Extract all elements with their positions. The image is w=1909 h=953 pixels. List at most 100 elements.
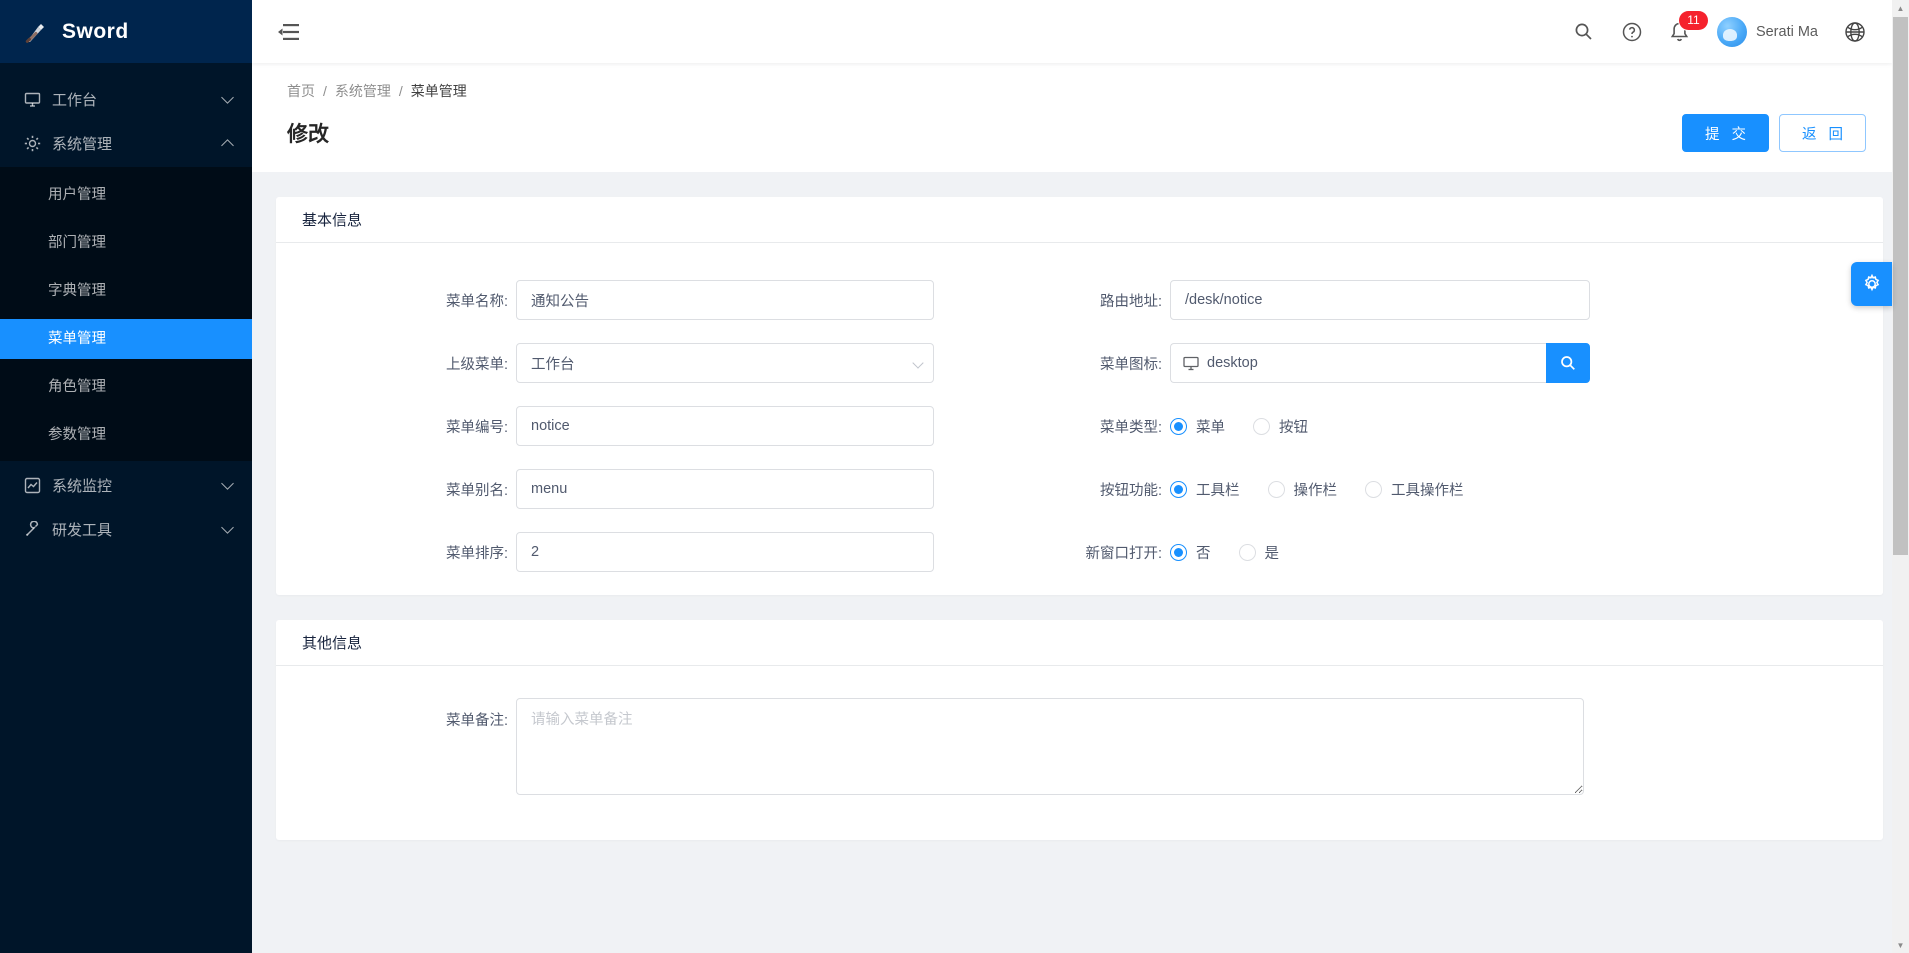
menu-icon-input[interactable]: desktop [1170, 343, 1546, 383]
icon-search-button[interactable] [1546, 343, 1590, 383]
topbar-actions: 11 Serati Ma [1573, 17, 1892, 47]
user-menu[interactable]: Serati Ma [1717, 17, 1818, 47]
radio-dot [1239, 544, 1256, 561]
app-title: Sword [62, 20, 129, 44]
sword-logo-icon [24, 19, 50, 45]
breadcrumb-system-mgmt[interactable]: 系统管理 [335, 81, 391, 101]
radio-dot [1268, 481, 1285, 498]
user-name: Serati Ma [1756, 24, 1818, 40]
monitor-chart-icon [24, 477, 41, 494]
menu-type-label: 菜单类型: [1080, 416, 1170, 437]
system-mgmt-submenu: 用户管理 部门管理 字典管理 菜单管理 角色管理 参数管理 [0, 167, 252, 461]
page-title: 修改 [287, 118, 1682, 148]
sidebar: Sword 工作台 [0, 0, 252, 953]
sidebar-item-system-mgmt[interactable]: 系统管理 [0, 123, 252, 163]
other-info-title: 其他信息 [276, 620, 1883, 666]
scroll-down-arrow[interactable]: ▼ [1892, 937, 1909, 953]
radio-button[interactable]: 按钮 [1253, 416, 1308, 437]
vertical-scrollbar[interactable]: ▲ ▼ [1892, 0, 1909, 953]
radio-dot [1170, 481, 1187, 498]
bell-icon[interactable]: 11 [1669, 21, 1691, 43]
sidebar-menu: 工作台 系统管理 用户管理 部门管理 字典管理 [0, 63, 252, 549]
avatar [1717, 17, 1747, 47]
radio-toolbar[interactable]: 工具栏 [1170, 479, 1240, 500]
menu-code-input[interactable] [516, 406, 934, 446]
sidebar-item-role-mgmt[interactable]: 角色管理 [0, 367, 252, 407]
menu-remark-textarea[interactable] [516, 698, 1584, 795]
radio-dot [1365, 481, 1382, 498]
basic-info-title: 基本信息 [276, 197, 1883, 243]
chevron-down-icon [221, 91, 234, 104]
menu-icon-label: 菜单图标: [1080, 353, 1170, 374]
menu-sort-input[interactable] [516, 532, 934, 572]
topbar: 11 Serati Ma [252, 0, 1892, 63]
menu-alias-input[interactable] [516, 469, 934, 509]
gear-icon [1862, 274, 1882, 294]
route-path-input[interactable] [1170, 280, 1590, 320]
breadcrumb-home[interactable]: 首页 [287, 81, 315, 101]
breadcrumb: 首页 / 系统管理 / 菜单管理 [287, 81, 1866, 101]
radio-yes[interactable]: 是 [1239, 542, 1280, 563]
sidebar-item-dict-mgmt[interactable]: 字典管理 [0, 271, 252, 311]
sidebar-item-label: 系统管理 [52, 133, 223, 154]
menu-name-input[interactable] [516, 280, 934, 320]
app-logo[interactable]: Sword [0, 0, 252, 63]
parent-menu-label: 上级菜单: [276, 353, 516, 374]
theme-settings-button[interactable] [1851, 262, 1892, 306]
radio-no[interactable]: 否 [1170, 542, 1211, 563]
desktop-icon [1183, 356, 1199, 371]
breadcrumb-separator: / [399, 83, 403, 99]
search-icon [1560, 355, 1576, 371]
menu-code-label: 菜单编号: [276, 416, 516, 437]
chevron-up-icon [221, 139, 234, 152]
submit-button[interactable]: 提 交 [1682, 114, 1769, 152]
sidebar-item-dept-mgmt[interactable]: 部门管理 [0, 223, 252, 263]
radio-tool-action-bar[interactable]: 工具操作栏 [1365, 479, 1464, 500]
sidebar-item-workbench[interactable]: 工作台 [0, 79, 252, 119]
sidebar-item-menu-mgmt[interactable]: 菜单管理 [0, 319, 252, 359]
desktop-icon [24, 91, 41, 108]
globe-icon[interactable] [1844, 21, 1866, 43]
menu-fold-icon [278, 23, 299, 41]
new-window-radio-group: 否 是 [1170, 542, 1279, 563]
gear-icon [24, 135, 41, 152]
scrollbar-thumb[interactable] [1893, 17, 1908, 555]
radio-dot [1170, 418, 1187, 435]
menu-icon-value: desktop [1207, 355, 1258, 371]
notification-badge: 11 [1679, 11, 1708, 30]
menu-type-radio-group: 菜单 按钮 [1170, 416, 1308, 437]
menu-name-label: 菜单名称: [276, 290, 516, 311]
button-func-label: 按钮功能: [1080, 479, 1170, 500]
form-content: 基本信息 菜单名称: 路由地址: 上级菜单: [252, 172, 1892, 840]
radio-menu[interactable]: 菜单 [1170, 416, 1225, 437]
menu-alias-label: 菜单别名: [276, 479, 516, 500]
menu-fold-button[interactable] [252, 0, 325, 63]
sidebar-item-label: 系统监控 [52, 475, 223, 496]
new-window-label: 新窗口打开: [1080, 542, 1170, 563]
radio-action-bar[interactable]: 操作栏 [1268, 479, 1338, 500]
search-icon[interactable] [1573, 21, 1595, 43]
page-header: 首页 / 系统管理 / 菜单管理 修改 提 交 返 回 [252, 63, 1892, 172]
tool-icon [24, 521, 41, 538]
basic-info-card: 基本信息 菜单名称: 路由地址: 上级菜单: [276, 197, 1883, 595]
radio-dot [1253, 418, 1270, 435]
menu-remark-label: 菜单备注: [276, 698, 516, 730]
scroll-up-arrow[interactable]: ▲ [1892, 0, 1909, 16]
breadcrumb-separator: / [323, 83, 327, 99]
back-button[interactable]: 返 回 [1779, 114, 1866, 152]
sidebar-item-system-monitor[interactable]: 系统监控 [0, 465, 252, 505]
radio-dot [1170, 544, 1187, 561]
help-icon[interactable] [1621, 21, 1643, 43]
main-content: 首页 / 系统管理 / 菜单管理 修改 提 交 返 回 基本信息 菜单名称: [252, 63, 1892, 953]
route-path-label: 路由地址: [1080, 290, 1170, 311]
parent-menu-select[interactable] [516, 343, 934, 383]
other-info-card: 其他信息 菜单备注: [276, 620, 1883, 840]
chevron-down-icon [221, 521, 234, 534]
sidebar-item-user-mgmt[interactable]: 用户管理 [0, 175, 252, 215]
sidebar-item-label: 工作台 [52, 89, 223, 110]
sidebar-item-dev-tools[interactable]: 研发工具 [0, 509, 252, 549]
menu-sort-label: 菜单排序: [276, 542, 516, 563]
sidebar-item-param-mgmt[interactable]: 参数管理 [0, 415, 252, 455]
breadcrumb-menu-mgmt: 菜单管理 [411, 81, 467, 101]
chevron-down-icon [221, 477, 234, 490]
